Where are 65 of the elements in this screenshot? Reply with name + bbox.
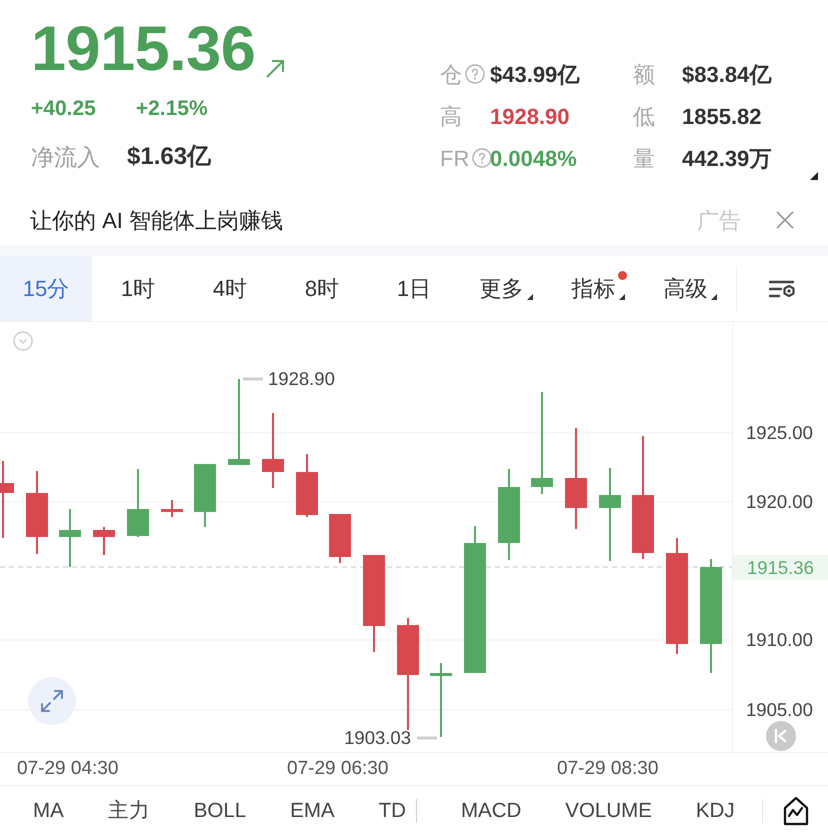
indicator-button[interactable]: VOLUME — [565, 796, 652, 826]
close-icon[interactable] — [776, 211, 794, 229]
indicator-button[interactable]: BOLL — [194, 796, 246, 826]
indicator-button[interactable]: TD — [378, 796, 406, 826]
stat-value: 1855.82 — [682, 102, 762, 130]
stat-label: 仓 — [440, 60, 462, 88]
rising-candle — [194, 464, 216, 527]
falling-candle — [161, 500, 183, 517]
price-change: +40.25 — [31, 96, 96, 122]
stat-label: 额 — [633, 60, 655, 88]
stat-label: 低 — [633, 102, 655, 130]
stat-value: 442.39万 — [682, 144, 772, 172]
indicator-button[interactable]: MA — [33, 796, 64, 826]
ad-text[interactable]: 让你的 AI 智能体上岗赚钱 — [30, 204, 284, 236]
stat-value: 0.0048% — [490, 144, 577, 172]
price-axis-label: 1910.00 — [746, 628, 813, 652]
price-axis-label: 1920.00 — [746, 490, 813, 514]
indicator-button[interactable]: KDJ — [696, 796, 735, 826]
interval-tab[interactable]: 1时 — [92, 256, 184, 321]
chart-mode-icon[interactable] — [782, 796, 809, 826]
rising-candle — [59, 509, 81, 567]
interval-tab[interactable]: 更多 — [460, 256, 552, 321]
interval-tab[interactable]: 8时 — [276, 256, 368, 321]
ad-tag: 广告 — [697, 204, 741, 236]
corner-triangle-icon[interactable] — [810, 172, 818, 180]
net-inflow-value: $1.63亿 — [127, 142, 212, 172]
bar-chevron-icon — [774, 729, 788, 743]
falling-candle — [93, 527, 115, 555]
price-axis-label: 1905.00 — [746, 698, 813, 722]
last-price-tag: 1915.36 — [733, 555, 828, 580]
interval-tab[interactable]: 高级 — [644, 256, 736, 321]
help-icon[interactable] — [472, 148, 492, 168]
time-axis-label: 07-29 06:30 — [287, 758, 388, 779]
rising-candle — [127, 469, 149, 537]
low-price-label: 1903.03 — [344, 726, 411, 750]
price-change-percent: +2.15% — [136, 96, 208, 122]
time-axis-label: 07-29 08:30 — [557, 758, 658, 779]
high-marker-line — [243, 378, 263, 380]
falling-candle — [329, 514, 351, 563]
indicator-button[interactable]: EMA — [290, 796, 335, 826]
stat-label: 高 — [440, 102, 462, 130]
high-price-label: 1928.90 — [268, 367, 335, 391]
stat-label: 量 — [633, 144, 655, 172]
interval-tab[interactable]: 1日 — [368, 256, 460, 321]
stat-value: $43.99亿 — [490, 60, 580, 88]
help-icon[interactable] — [465, 64, 485, 84]
skip-button[interactable] — [766, 721, 796, 751]
expand-icon — [40, 689, 64, 713]
list-settings-icon — [768, 278, 796, 298]
price: 1915.36 — [31, 16, 256, 82]
expand-button[interactable] — [28, 677, 76, 725]
chevron-down-icon[interactable] — [13, 331, 33, 351]
time-axis-label: 07-29 04:30 — [17, 758, 118, 779]
indicator-button[interactable]: MACD — [460, 796, 522, 826]
indicator-button[interactable]: 主力 — [108, 796, 150, 826]
falling-candle — [296, 454, 318, 517]
interval-tab[interactable]: 4时 — [184, 256, 276, 321]
price-axis-label: 1925.00 — [746, 421, 813, 445]
net-inflow-label: 净流入 — [31, 143, 100, 172]
stat-value: 1928.90 — [490, 102, 570, 130]
stat-value: $83.84亿 — [682, 60, 772, 88]
interval-tab[interactable]: 15分 — [0, 256, 92, 321]
low-marker-line — [417, 736, 437, 740]
stat-label: FR — [440, 144, 470, 172]
interval-tab[interactable]: 指标 — [552, 256, 644, 321]
